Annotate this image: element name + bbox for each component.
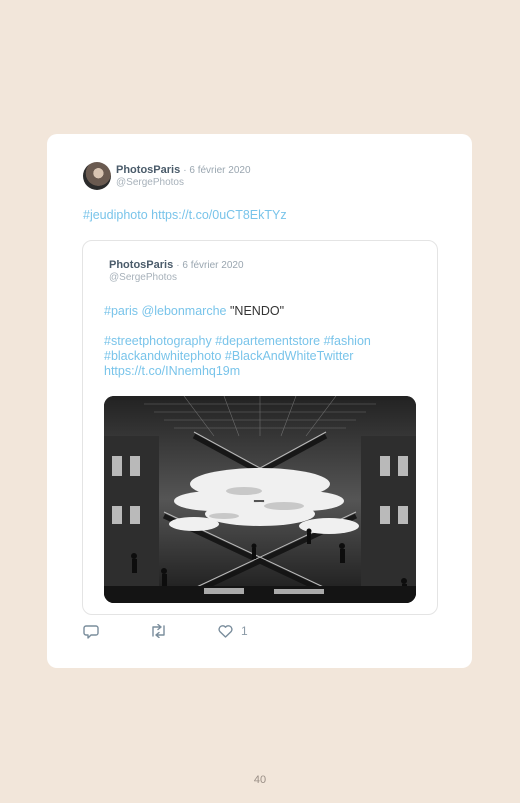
quoted-date[interactable]: · 6 février 2020 bbox=[176, 260, 243, 271]
quoted-author-name[interactable]: PhotosParis bbox=[109, 259, 173, 271]
like-button[interactable]: 1 bbox=[218, 624, 248, 638]
page-number: 40 bbox=[253, 774, 267, 786]
hashtag-line[interactable]: #streetphotography #departementstore #fa… bbox=[104, 334, 371, 349]
quoted-line-1: #paris @lebonmarche "NENDO" bbox=[104, 304, 371, 319]
author-name[interactable]: PhotosParis bbox=[116, 164, 180, 176]
mention-link[interactable]: @lebonmarche bbox=[142, 304, 227, 318]
heart-icon bbox=[218, 624, 233, 638]
tweet-author: PhotosParis · 6 février 2020 bbox=[116, 164, 251, 177]
like-count: 1 bbox=[241, 624, 248, 638]
author-handle[interactable]: @SergePhotos bbox=[116, 177, 184, 188]
avatar[interactable] bbox=[83, 162, 111, 190]
quoted-handle[interactable]: @SergePhotos bbox=[109, 272, 177, 283]
retweet-button[interactable] bbox=[150, 624, 167, 638]
quoted-plain-text: "NENDO" bbox=[229, 304, 285, 318]
quoted-author: PhotosParis · 6 février 2020 bbox=[109, 259, 244, 271]
url-link[interactable]: https://t.co/0uCT8EkTYz bbox=[151, 208, 286, 222]
hashtag-line[interactable]: #blackandwhitephoto #BlackAndWhiteTwitte… bbox=[104, 349, 371, 364]
hashtag-link[interactable]: #paris bbox=[104, 304, 138, 318]
tweet-date[interactable]: · 6 février 2020 bbox=[183, 165, 250, 176]
quoted-photo[interactable] bbox=[104, 396, 416, 603]
comment-icon bbox=[83, 625, 99, 639]
quoted-tweet[interactable]: PhotosParis · 6 février 2020 @SergePhoto… bbox=[82, 240, 438, 615]
hashtag-link[interactable]: #jeudiphoto bbox=[83, 208, 148, 222]
retweet-icon bbox=[152, 624, 165, 638]
tweet-card: PhotosParis · 6 février 2020 @SergePhoto… bbox=[47, 134, 472, 668]
tweet-text: #jeudiphoto https://t.co/0uCT8EkTYz bbox=[83, 208, 287, 222]
reply-button[interactable] bbox=[83, 624, 99, 639]
tweet-actions: 1 bbox=[83, 624, 283, 644]
quoted-text: #paris @lebonmarche "NENDO" #streetphoto… bbox=[104, 304, 371, 379]
url-link[interactable]: https://t.co/INnemhq19m bbox=[104, 364, 371, 379]
department-store-photo bbox=[104, 396, 416, 603]
